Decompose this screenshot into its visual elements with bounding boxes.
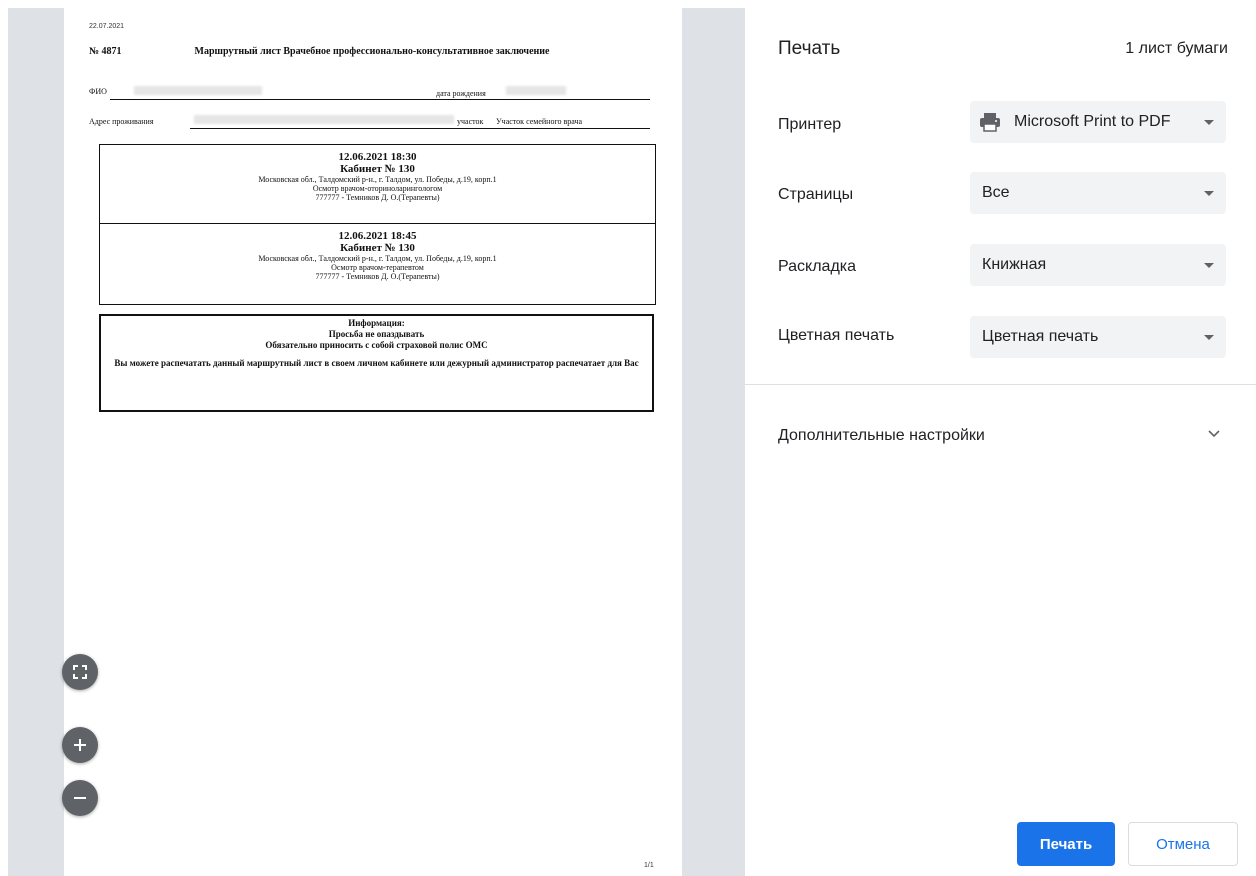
info-line: Обязательно приносить с собой страховой … xyxy=(265,340,488,350)
fio-redacted xyxy=(134,86,262,95)
page-indicator: 1/1 xyxy=(644,862,654,869)
pages-value: Все xyxy=(982,184,1010,201)
fit-to-page-button[interactable] xyxy=(62,654,98,690)
minus-icon xyxy=(74,797,86,799)
district-value: Участок семейного врача xyxy=(496,117,583,126)
printer-value: Microsoft Print to PDF xyxy=(1014,113,1171,130)
plus-icon xyxy=(74,739,86,751)
appointment-address: Московская обл., Талдомский р-н., г. Тал… xyxy=(258,254,497,263)
sheet-count: 1 лист бумаги xyxy=(1125,40,1228,57)
print-settings-panel: Печать 1 лист бумаги Принтер Microsoft P… xyxy=(745,0,1256,876)
birthdate-label: дата рождения xyxy=(436,89,486,98)
appointment-cabinet: Кабинет № 130 xyxy=(340,242,415,254)
appointment-doctor: 777777 - Темников Д. О.(Терапевты) xyxy=(315,193,440,202)
appointment-service: Осмотр врачом-терапевтом xyxy=(331,263,424,272)
pages-select[interactable]: Все xyxy=(970,172,1226,214)
section-divider xyxy=(745,384,1256,385)
appointment-doctor: 777777 - Темников Д. О.(Терапевты) xyxy=(315,272,440,281)
address-underline xyxy=(190,128,650,129)
appointment-service: Осмотр врачом-оториноларингологом xyxy=(312,184,443,193)
layout-value: Книжная xyxy=(982,256,1047,273)
zoom-out-button[interactable] xyxy=(62,780,98,816)
info-line: Просьба не опаздывать xyxy=(328,329,425,339)
appointment-block: 12.06.2021 18:45 Кабинет № 130 Московска… xyxy=(99,223,656,305)
appointment-datetime: 12.06.2021 18:30 xyxy=(338,151,417,163)
more-settings-label: Дополнительные настройки xyxy=(778,427,985,444)
printer-icon xyxy=(980,113,1000,132)
chevron-down-icon xyxy=(1208,430,1220,438)
print-date: 22.07.2021 xyxy=(89,23,125,30)
info-note: Вы можете распечатать данный маршрутный … xyxy=(114,358,639,368)
fit-to-page-icon xyxy=(73,665,87,679)
more-settings-toggle[interactable]: Дополнительные настройки xyxy=(745,412,1256,460)
document-title: Маршрутный лист Врачебное профессиональн… xyxy=(194,46,550,57)
color-value: Цветная печать xyxy=(982,328,1099,345)
dropdown-arrow-icon xyxy=(1204,335,1214,340)
appointment-block: 12.06.2021 18:30 Кабинет № 130 Московска… xyxy=(99,144,656,224)
district-label: участок xyxy=(457,117,484,126)
fio-label: ФИО xyxy=(89,87,107,96)
info-box: Информация: Просьба не опаздывать Обязат… xyxy=(99,314,654,412)
dropdown-arrow-icon xyxy=(1204,120,1214,125)
dialog-title: Печать xyxy=(778,38,841,59)
appointment-cabinet: Кабинет № 130 xyxy=(340,163,415,175)
layout-label: Раскладка xyxy=(778,258,857,275)
print-button[interactable]: Печать xyxy=(1017,822,1115,866)
dropdown-arrow-icon xyxy=(1204,191,1214,196)
birthdate-redacted xyxy=(506,86,566,95)
printer-label: Принтер xyxy=(778,116,842,133)
color-label: Цветная печать xyxy=(778,327,895,344)
address-redacted xyxy=(194,115,454,124)
preview-page: 22.07.2021 № 4871 Маршрутный лист Врачеб… xyxy=(64,8,682,876)
cancel-button[interactable]: Отмена xyxy=(1128,822,1238,866)
address-label: Адрес проживания xyxy=(89,117,154,126)
info-title: Информация: xyxy=(348,318,405,328)
print-preview-area: 22.07.2021 № 4871 Маршрутный лист Врачеб… xyxy=(0,0,745,876)
dropdown-arrow-icon xyxy=(1204,263,1214,268)
appointment-address: Московская обл., Талдомский р-н., г. Тал… xyxy=(258,175,497,184)
document-number: № 4871 xyxy=(89,46,122,57)
appointment-datetime: 12.06.2021 18:45 xyxy=(338,230,417,242)
color-select[interactable]: Цветная печать xyxy=(970,316,1226,358)
fio-underline xyxy=(110,99,650,100)
zoom-in-button[interactable] xyxy=(62,727,98,763)
layout-select[interactable]: Книжная xyxy=(970,244,1226,286)
pages-label: Страницы xyxy=(778,186,854,203)
printer-select[interactable]: Microsoft Print to PDF xyxy=(970,101,1226,143)
